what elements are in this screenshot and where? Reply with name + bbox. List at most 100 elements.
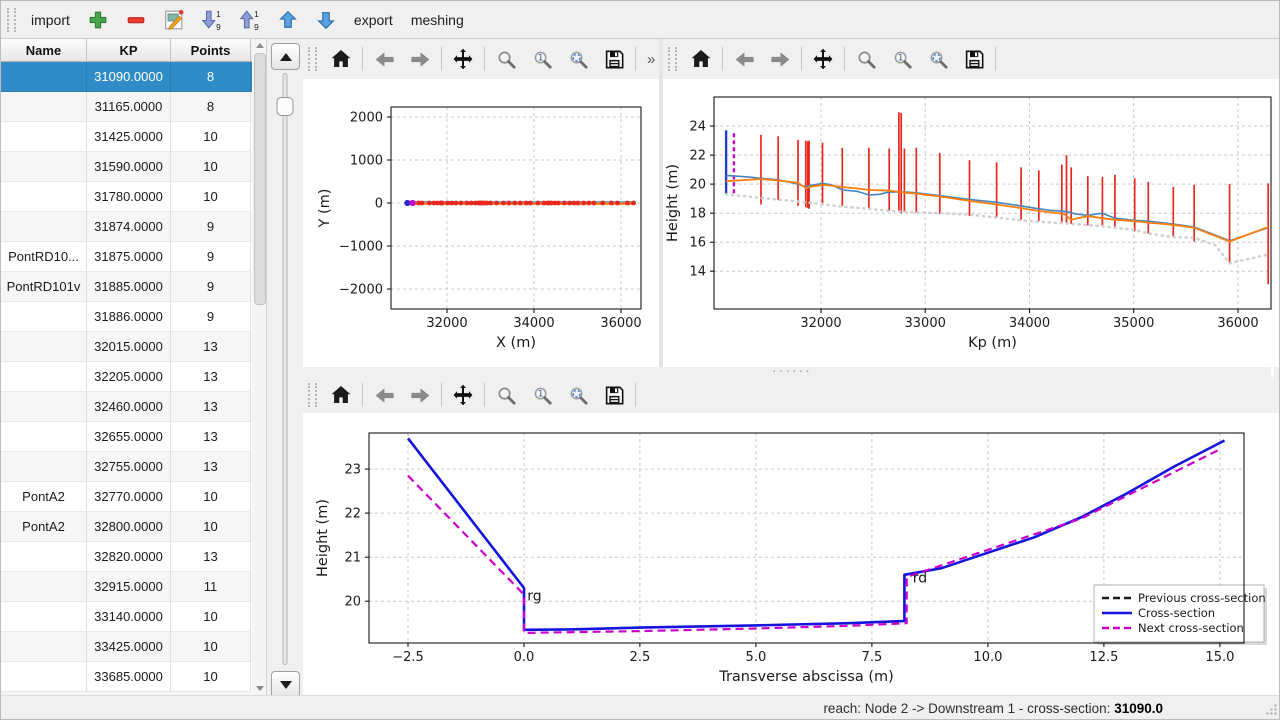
cell-kp[interactable]: 33140.0000 bbox=[87, 602, 171, 632]
cell-points[interactable]: 10 bbox=[171, 512, 251, 542]
cell-points[interactable]: 11 bbox=[171, 572, 251, 602]
zoom-button[interactable] bbox=[489, 43, 523, 75]
cell-name[interactable] bbox=[1, 362, 87, 392]
cell-kp[interactable]: 31780.0000 bbox=[87, 182, 171, 212]
table-row[interactable]: 31886.00009 bbox=[1, 302, 252, 332]
cell-name[interactable] bbox=[1, 212, 87, 242]
zoom-button[interactable] bbox=[849, 43, 883, 75]
back-button[interactable] bbox=[727, 43, 761, 75]
home-button[interactable] bbox=[324, 379, 358, 411]
cell-kp[interactable]: 31874.0000 bbox=[87, 212, 171, 242]
cell-name[interactable] bbox=[1, 122, 87, 152]
cell-kp[interactable]: 32755.0000 bbox=[87, 452, 171, 482]
cell-kp[interactable]: 32655.0000 bbox=[87, 422, 171, 452]
move-up-button[interactable] bbox=[271, 4, 305, 36]
cell-name[interactable]: PontA2 bbox=[1, 512, 87, 542]
cell-kp[interactable]: 31165.0000 bbox=[87, 92, 171, 122]
cell-kp[interactable]: 31425.0000 bbox=[87, 122, 171, 152]
table-row[interactable]: 31780.000010 bbox=[1, 182, 252, 212]
table-scrollbar[interactable] bbox=[252, 39, 267, 695]
cell-points[interactable]: 13 bbox=[171, 332, 251, 362]
cell-name[interactable] bbox=[1, 392, 87, 422]
back-button[interactable] bbox=[367, 379, 401, 411]
cell-points[interactable]: 13 bbox=[171, 392, 251, 422]
cell-name[interactable] bbox=[1, 92, 87, 122]
cross-section-plot[interactable]: rgrdPrevious cross-sectionCross-sectionN… bbox=[303, 413, 1280, 695]
pan-button[interactable] bbox=[446, 43, 480, 75]
cell-kp[interactable]: 32460.0000 bbox=[87, 392, 171, 422]
toolbar-extender[interactable]: » bbox=[647, 51, 655, 68]
toolbar-grip[interactable] bbox=[308, 383, 317, 407]
cell-kp[interactable]: 32820.0000 bbox=[87, 542, 171, 572]
cell-name[interactable] bbox=[1, 422, 87, 452]
toolbar-grip[interactable] bbox=[308, 47, 317, 71]
table-row[interactable]: 31590.000010 bbox=[1, 152, 252, 182]
cell-name[interactable]: PontRD101v bbox=[1, 272, 87, 302]
table-row[interactable]: PontA232770.000010 bbox=[1, 482, 252, 512]
longitudinal-profile-plot[interactable]: 3200033000340003500036000141618202224Kp … bbox=[663, 79, 1280, 367]
cell-name[interactable] bbox=[1, 452, 87, 482]
cell-name[interactable] bbox=[1, 182, 87, 212]
zoom-one-button[interactable]: 1 bbox=[885, 43, 919, 75]
cell-kp[interactable]: 32800.0000 bbox=[87, 512, 171, 542]
cell-points[interactable]: 10 bbox=[171, 482, 251, 512]
cell-points[interactable]: 10 bbox=[171, 662, 251, 692]
scrollbar-down-icon[interactable] bbox=[252, 682, 267, 695]
sort-descending-button[interactable]: 19 bbox=[195, 4, 229, 36]
forward-button[interactable] bbox=[763, 43, 797, 75]
cell-kp[interactable]: 31090.0000 bbox=[87, 62, 171, 92]
table-row[interactable]: 32015.000013 bbox=[1, 332, 252, 362]
forward-button[interactable] bbox=[403, 379, 437, 411]
table-row[interactable]: 32915.000011 bbox=[1, 572, 252, 602]
table-row[interactable]: 33685.000010 bbox=[1, 662, 252, 692]
pan-button[interactable] bbox=[806, 43, 840, 75]
sort-ascending-button[interactable]: 19 bbox=[233, 4, 267, 36]
table-row[interactable]: PontRD101v31885.00009 bbox=[1, 272, 252, 302]
cell-name[interactable] bbox=[1, 572, 87, 602]
cell-name[interactable] bbox=[1, 542, 87, 572]
zoom-rect-button[interactable] bbox=[561, 43, 595, 75]
meshing-button[interactable]: meshing bbox=[402, 7, 473, 33]
table-row[interactable]: 32655.000013 bbox=[1, 422, 252, 452]
export-button[interactable]: export bbox=[345, 7, 402, 33]
cell-kp[interactable]: 32015.0000 bbox=[87, 332, 171, 362]
cell-name[interactable] bbox=[1, 632, 87, 662]
xy-plot[interactable]: 320003400036000−2000−1000010002000X (m)Y… bbox=[303, 79, 659, 367]
cell-kp[interactable]: 32915.0000 bbox=[87, 572, 171, 602]
section-slider-groove[interactable] bbox=[283, 73, 288, 665]
cell-name[interactable] bbox=[1, 62, 87, 92]
cell-points[interactable]: 9 bbox=[171, 302, 251, 332]
table-row[interactable]: 33140.000010 bbox=[1, 602, 252, 632]
toolbar-grip[interactable] bbox=[7, 8, 16, 32]
forward-button[interactable] bbox=[403, 43, 437, 75]
cell-points[interactable]: 10 bbox=[171, 152, 251, 182]
table-row[interactable]: 31874.00009 bbox=[1, 212, 252, 242]
cell-points[interactable]: 10 bbox=[171, 122, 251, 152]
cell-name[interactable] bbox=[1, 662, 87, 692]
cell-kp[interactable]: 32770.0000 bbox=[87, 482, 171, 512]
cell-points[interactable]: 13 bbox=[171, 362, 251, 392]
home-button[interactable] bbox=[684, 43, 718, 75]
cell-points[interactable]: 13 bbox=[171, 452, 251, 482]
cell-points[interactable]: 8 bbox=[171, 62, 251, 92]
table-row[interactable]: 32460.000013 bbox=[1, 392, 252, 422]
table-row[interactable]: PontRD10...31875.00009 bbox=[1, 242, 252, 272]
cell-points[interactable]: 13 bbox=[171, 542, 251, 572]
save-button[interactable] bbox=[597, 43, 631, 75]
zoom-one-button[interactable]: 1 bbox=[525, 43, 559, 75]
remove-button[interactable] bbox=[119, 4, 153, 36]
column-header-points[interactable]: Points bbox=[171, 39, 251, 61]
cell-points[interactable]: 10 bbox=[171, 602, 251, 632]
home-button[interactable] bbox=[324, 43, 358, 75]
cell-kp[interactable]: 33425.0000 bbox=[87, 632, 171, 662]
column-header-kp[interactable]: KP bbox=[87, 39, 171, 61]
table-row[interactable]: 31425.000010 bbox=[1, 122, 252, 152]
cell-kp[interactable]: 31875.0000 bbox=[87, 242, 171, 272]
edit-button[interactable] bbox=[157, 4, 191, 36]
zoom-button[interactable] bbox=[489, 379, 523, 411]
cell-name[interactable] bbox=[1, 302, 87, 332]
cell-points[interactable]: 8 bbox=[171, 92, 251, 122]
next-section-button[interactable] bbox=[271, 671, 300, 698]
cell-kp[interactable]: 33685.0000 bbox=[87, 662, 171, 692]
cell-points[interactable]: 9 bbox=[171, 272, 251, 302]
